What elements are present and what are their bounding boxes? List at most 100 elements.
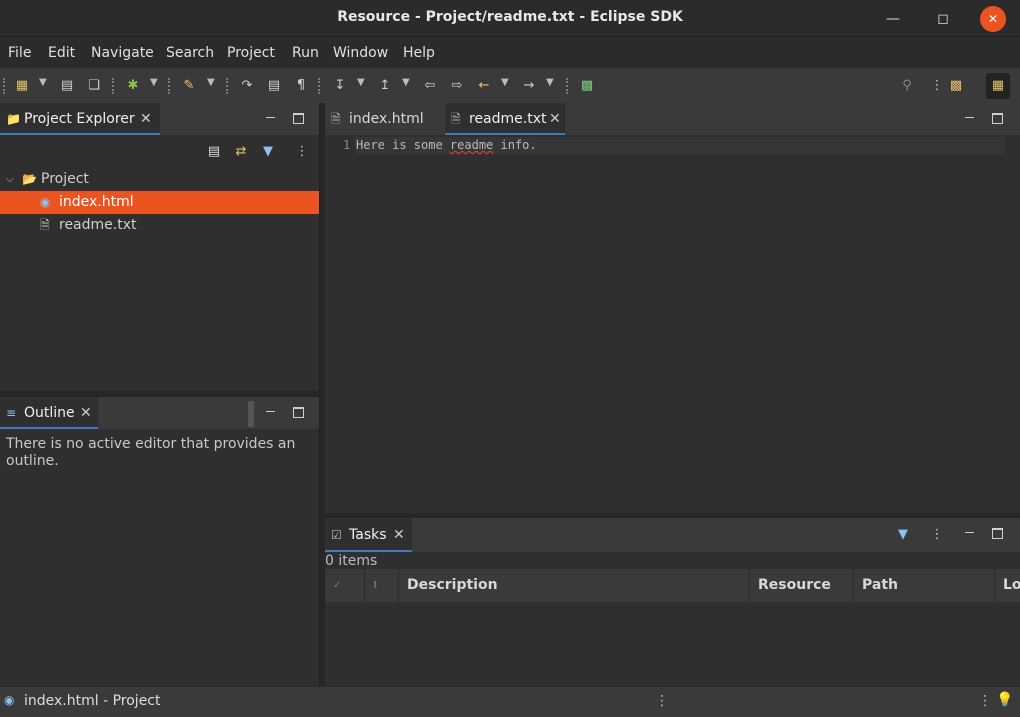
menu-window[interactable]: Window [333,45,388,61]
tab-label: index.html [349,111,424,127]
maximize-icon[interactable] [990,526,1004,540]
menu-run[interactable]: Run [292,45,319,61]
editor-text-line[interactable]: Here is some readme info. [356,138,537,152]
forward-edit-icon[interactable]: ⇨ [448,77,466,95]
view-menu-icon[interactable]: ⋮ [293,143,311,161]
column-header-path[interactable]: Path [854,569,995,602]
menu-search[interactable]: Search [166,45,214,61]
column-header-description[interactable]: Description [399,569,750,602]
view-menu-icon[interactable]: ⋮ [928,526,946,544]
minimize-icon[interactable] [963,111,977,125]
more-icon[interactable]: ⋮ [928,77,946,95]
search-icon[interactable]: ⚲ [898,77,916,95]
outline-tabstrip: ≡ Outline ✕ [0,397,319,429]
column-header-complete[interactable]: ✓ [325,569,365,602]
chevron-down-icon[interactable]: ⌵ [6,168,14,191]
close-icon[interactable]: ✕ [549,103,561,135]
chevron-down-icon[interactable]: ▼ [39,77,47,88]
tab-readme-txt[interactable]: 🗎 readme.txt ✕ [445,103,565,135]
spelling-error-word[interactable]: readme [450,138,493,152]
tab-label: Tasks [349,527,387,543]
save-icon[interactable]: ▤ [58,77,76,95]
collapse-all-icon[interactable]: ▤ [205,143,223,161]
menu-help[interactable]: Help [403,45,435,61]
link-with-editor-icon[interactable]: ⇄ [232,143,250,161]
chevron-down-icon[interactable]: ▼ [402,77,410,88]
chevron-down-icon[interactable]: ▼ [207,77,215,88]
column-header-location[interactable]: Lo [995,569,1020,602]
horizontal-splitter-right[interactable] [325,513,1020,518]
title-bar: Resource - Project/readme.txt - Eclipse … [0,0,1020,37]
last-edit-icon[interactable]: ⇦ [421,77,439,95]
tasks-count: 0 items [325,553,378,569]
next-annotation-icon[interactable]: ↧ [331,77,349,95]
minimize-icon[interactable] [264,405,278,419]
tree-item-index-html[interactable]: ◉ index.html [0,191,319,214]
horizontal-splitter-left[interactable] [0,391,320,397]
close-icon[interactable]: ✕ [140,103,152,135]
project-explorer-tabstrip: 📁 Project Explorer ✕ [0,103,319,135]
minimize-icon[interactable] [264,111,278,125]
toolbar-separator [226,78,228,94]
tasks-panel: ☑ Tasks ✕ ▼ ⋮ 0 items [325,518,1020,686]
close-icon[interactable]: ✕ [80,397,92,429]
tab-project-explorer[interactable]: 📁 Project Explorer ✕ [0,103,160,135]
open-perspective-icon[interactable]: ▩ [947,77,965,95]
maximize-icon[interactable] [291,405,305,419]
vertical-splitter[interactable] [320,103,325,686]
minimize-window-button[interactable]: — [880,6,906,32]
forward-icon[interactable]: → [520,77,538,95]
status-separator: ⋮ [978,693,992,709]
back-icon[interactable]: ← [475,77,493,95]
tab-index-html[interactable]: 🗎 index.html [325,103,443,135]
menu-navigate[interactable]: Navigate [91,45,154,61]
filter-icon[interactable]: ▼ [894,526,912,544]
toolbar-separator [3,78,5,94]
close-window-button[interactable]: ✕ [980,6,1006,32]
close-icon[interactable]: ✕ [393,518,405,552]
maximize-icon[interactable] [990,111,1004,125]
html-file-icon: ◉ [4,693,15,707]
text-file-icon: 🗎 [451,112,461,126]
toolbar-separator [112,78,114,94]
column-header-priority[interactable]: ! [365,569,399,602]
minimize-icon[interactable] [963,526,977,540]
file-name: index.html [59,194,134,210]
chevron-down-icon[interactable]: ▼ [150,77,158,88]
filter-icon[interactable]: ▼ [259,143,277,161]
project-name: Project [41,171,89,187]
column-header-resource[interactable]: Resource [750,569,854,602]
show-whitespace-icon[interactable]: ¶ [292,77,310,95]
window-title: Resource - Project/readme.txt - Eclipse … [337,9,683,25]
maximize-window-button[interactable]: ◻ [930,6,956,32]
outline-panel: ≡ Outline ✕ There is no active editor th… [0,397,320,686]
chevron-down-icon[interactable]: ▼ [546,77,554,88]
editor-tabstrip: 🗎 index.html 🗎 readme.txt ✕ [325,103,1020,135]
debug-icon[interactable]: ✱ [124,77,142,95]
resource-perspective-button[interactable]: ▦ [986,73,1010,99]
chevron-down-icon[interactable]: ▼ [357,77,365,88]
tab-outline[interactable]: ≡ Outline ✕ [0,397,98,429]
chevron-down-icon[interactable]: ▼ [501,77,509,88]
toolbar-separator [168,78,170,94]
text-segment: Here is some [356,138,450,152]
tree-item-readme-txt[interactable]: 🗎 readme.txt [0,214,319,237]
tab-tasks[interactable]: ☑ Tasks ✕ [325,518,412,552]
save-all-icon[interactable]: ❏ [85,77,103,95]
tree-item-project[interactable]: ⌵ 📂 Project [0,168,319,191]
external-tools-icon[interactable]: ✎ [180,77,198,95]
text-file-icon: 🗎 [40,218,50,232]
open-type-icon[interactable]: ↷ [238,77,256,95]
menu-bar: File Edit Navigate Search Project Run Wi… [0,37,1020,67]
open-task-icon[interactable]: ▩ [578,77,596,95]
lightbulb-icon[interactable]: 💡 [996,692,1013,708]
new-icon[interactable]: ▦ [13,77,31,95]
menu-project[interactable]: Project [227,45,275,61]
menu-file[interactable]: File [8,45,31,61]
maximize-icon[interactable] [291,111,305,125]
menu-edit[interactable]: Edit [48,45,75,61]
previous-annotation-icon[interactable]: ↥ [376,77,394,95]
toolbar-separator [318,78,320,94]
status-text: index.html - Project [24,693,161,709]
toggle-block-icon[interactable]: ▤ [265,77,283,95]
